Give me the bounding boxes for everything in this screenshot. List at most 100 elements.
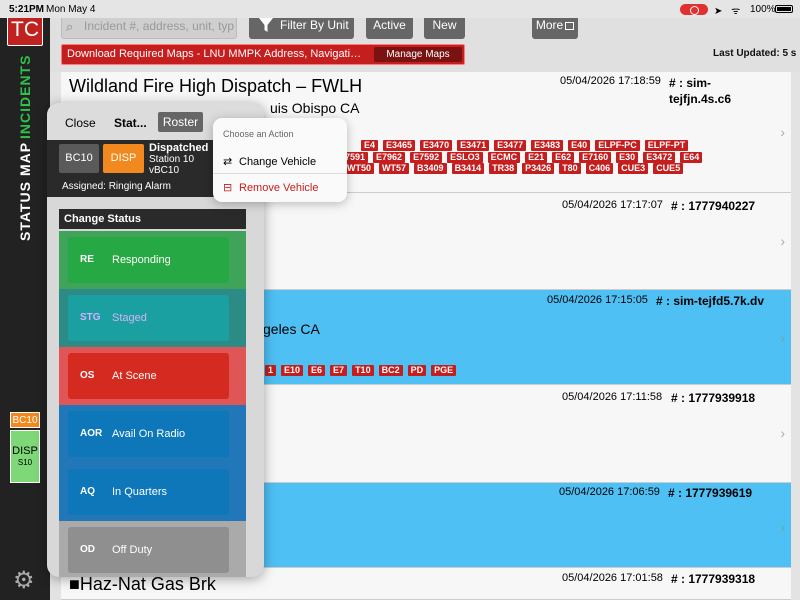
unit-badge: E3477 [494,140,527,151]
chevron-right-icon: › [780,330,785,346]
status-bar: 5:21PM Mon May 4 ➤ ᯤ 100% [0,0,800,18]
status-name: Staged [112,312,147,324]
unit-badge: WT50 [344,163,375,174]
status-in-quarters-button[interactable]: AQ In Quarters [68,469,229,515]
chevron-right-icon: › [780,519,785,535]
status-code: OS [80,370,95,381]
unit-badge: E7592 [410,152,443,163]
unit-badge: CUE5 [653,163,684,174]
incident-address: geles CA [263,321,320,337]
close-button[interactable]: Close [65,116,96,130]
incident-number: # : 1777939918 [671,391,756,405]
incident-title: ■Haz-Nat Gas Brk [69,574,216,594]
incident-number: # : sim-tejfjn.4s.c6 [669,76,732,106]
status-name: Off Duty [112,544,153,556]
remove-vehicle-label: Remove Vehicle [239,182,319,194]
tab-incidents[interactable]: INCIDENTS [2,54,48,138]
unit-badge: B3409 [414,163,447,174]
unit-badge: T80 [559,163,581,174]
unit-badge: E64 [680,152,703,163]
incident-address: uis Obispo CA [270,100,360,116]
unit-badge: P3426 [522,163,555,174]
status-row-responding: RE Responding [59,231,246,289]
incident-title: Wildland Fire High Dispatch – FWLH [69,76,363,96]
incident-timestamp: 05/04/2026 17:15:05 [547,294,648,306]
unit-badge: E3470 [420,140,453,151]
unit-station: Station 10 [149,154,195,165]
status-off-duty-button[interactable]: OD Off Duty [68,527,229,573]
rail-unit-id[interactable]: BC10 [10,412,40,428]
tab-map[interactable]: MAP [2,140,48,178]
unit-badge: C406 [585,163,614,174]
incident-number: # : 1777939318 [671,572,756,586]
status-name: Avail On Radio [112,428,186,440]
unit-badges-row: 7591 E7962 E7592 ESLO3 ECMC E21 E62 E7160 E30 E34… [342,152,782,163]
gear-icon[interactable]: ⚙ [13,569,37,594]
maps-banner: Download Required Maps - LNU MMPK Addres… [61,44,465,65]
rail-unit-station: S10 [17,458,33,467]
battery-percent: 100% [750,4,776,15]
battery-icon [775,5,793,13]
chevron-right-icon: › [780,124,785,140]
status-code: RE [80,254,94,265]
status-name: Responding [112,254,171,266]
last-updated: Last Updated: 5 s [713,48,797,59]
roster-button[interactable]: Roster [158,112,203,132]
screen-record-icon [680,4,708,15]
manage-maps-button[interactable]: Manage Maps [374,47,462,62]
unit-badge: T10 [352,365,374,376]
incident-timestamp: 05/04/2026 17:17:07 [562,199,663,211]
incident-number: # : 1777940227 [671,199,756,213]
unit-badge: E10 [281,365,304,376]
unit-badge: E7160 [579,152,612,163]
unit-details: Dispatched Station 10 vBC10 [149,143,208,177]
unit-badge: E7 [330,365,348,376]
status-row-in-quarters: AQ In Quarters [59,463,246,521]
unit-badges-row: 1 E10 E6 E7 T10 BC2 PD PGE [265,365,565,376]
incident-number: # : sim-tejfd5.7k.dv [656,294,765,308]
action-popover-header: Choose an Action [223,129,294,139]
maps-banner-text: Download Required Maps - LNU MMPK Addres… [67,48,367,60]
change-vehicle-option[interactable]: ⇄ Change Vehicle [223,155,316,168]
location-wifi-icon: ➤ ᯤ [714,6,744,17]
status-at-scene-button[interactable]: OS At Scene [68,353,229,399]
rail-unit-status[interactable]: DISP S10 [10,430,40,483]
tab-status-panel[interactable]: Stat... [114,116,147,130]
unit-badge: 1 [265,365,277,376]
swap-icon: ⇄ [223,156,233,168]
status-code: OD [80,544,95,555]
unit-badge: TR38 [489,163,518,174]
incident-title-text: Haz-Nat Gas Brk [79,574,216,594]
chevron-right-icon: › [780,233,785,249]
unit-vehicle: vBC10 [149,165,180,176]
unit-badge: B3414 [451,163,485,174]
tab-status[interactable]: STATUS [2,180,48,242]
status-responding-button[interactable]: RE Responding [68,237,229,283]
clock: 5:21PM [9,4,45,15]
unit-status-badge[interactable]: DISP [103,144,144,173]
unit-badge: PD [407,365,427,376]
action-popover: Choose an Action ⇄ Change Vehicle ⊟ Remove… [213,118,347,202]
unit-badge: E30 [616,152,639,163]
status-avail-on-radio-button[interactable]: AOR Avail On Radio [68,411,229,457]
status-name: In Quarters [112,486,168,498]
unit-badge: E7962 [373,152,406,163]
unit-badges-row: WT50 WT57 B3409 B3414 TR38 P3426 T80 C406 CUE3 CU… [344,163,784,174]
funnel-icon [259,18,273,32]
status-row-at-scene: OS At Scene [59,347,246,405]
incident-timestamp: 05/04/2026 17:06:59 [559,486,660,498]
status-code: AOR [80,428,103,439]
status-staged-button[interactable]: STG Staged [68,295,229,341]
incident-number: # : 1777939619 [668,486,753,500]
incident-timestamp: 05/04/2026 17:11:58 [562,391,663,403]
unit-badge: ELPF-PT [644,140,689,151]
incident-timestamp: 05/04/2026 17:01:58 [562,572,663,584]
unit-id-badge[interactable]: BC10 [59,144,99,173]
search-input[interactable] [84,18,234,33]
remove-vehicle-option[interactable]: ⊟ Remove Vehicle [223,181,319,194]
mail-icon [565,22,575,30]
unit-badge: E21 [525,152,548,163]
status-row-avail-on-radio: AOR Avail On Radio [59,405,246,463]
unit-badge: E3471 [457,140,490,151]
unit-badge: E3483 [531,140,564,151]
